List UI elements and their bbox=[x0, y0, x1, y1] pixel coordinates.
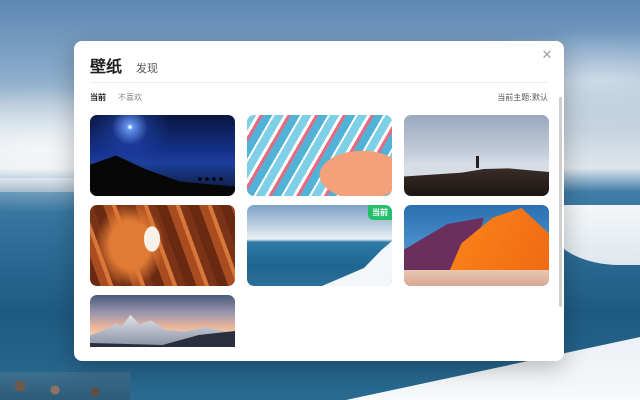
wallpaper-dialog: ✕ 壁纸 发现 当前 不喜欢 当前主题: 默认 当前 bbox=[74, 41, 564, 361]
close-icon[interactable]: ✕ bbox=[540, 49, 554, 63]
thumb-snow bbox=[322, 241, 392, 286]
wallpaper-thumb-night-sky-hikers[interactable] bbox=[90, 115, 235, 196]
current-theme-indicator: 当前主题: 默认 bbox=[497, 92, 548, 103]
current-theme-label: 当前主题: bbox=[497, 92, 532, 102]
thumb-hikers bbox=[197, 177, 225, 187]
subnav: 当前 不喜欢 当前主题: 默认 bbox=[90, 90, 548, 104]
thumb-ground bbox=[404, 168, 549, 196]
background-shore bbox=[0, 178, 80, 192]
wallpaper-thumb-orange-dune[interactable] bbox=[404, 205, 549, 286]
dialog-title: 壁纸 bbox=[90, 57, 123, 76]
current-theme-value: 默认 bbox=[532, 92, 548, 102]
subtab-disliked[interactable]: 不喜欢 bbox=[118, 92, 142, 103]
thumb-desert-floor bbox=[404, 270, 549, 286]
header-divider bbox=[90, 82, 548, 83]
scrollbar[interactable] bbox=[559, 97, 562, 307]
wallpaper-thumb-mountain-sunset[interactable] bbox=[90, 295, 235, 347]
wallpaper-thumb-antelope-canyon[interactable] bbox=[90, 205, 235, 286]
thumb-hill bbox=[90, 155, 235, 196]
wallpaper-thumb-frozen-lake[interactable]: 当前 bbox=[247, 205, 392, 286]
dialog-header: 壁纸 发现 bbox=[90, 53, 158, 77]
wallpaper-thumb-dune-figure[interactable] bbox=[404, 115, 549, 196]
thumb-figure bbox=[476, 156, 479, 168]
subtab-current[interactable]: 当前 bbox=[90, 92, 106, 103]
wallpaper-grid: 当前 bbox=[90, 115, 550, 347]
background-rocks bbox=[0, 372, 130, 400]
current-badge: 当前 bbox=[368, 205, 392, 220]
wallpaper-thumb-marble-swirl[interactable] bbox=[247, 115, 392, 196]
tab-discover[interactable]: 发现 bbox=[136, 60, 158, 76]
